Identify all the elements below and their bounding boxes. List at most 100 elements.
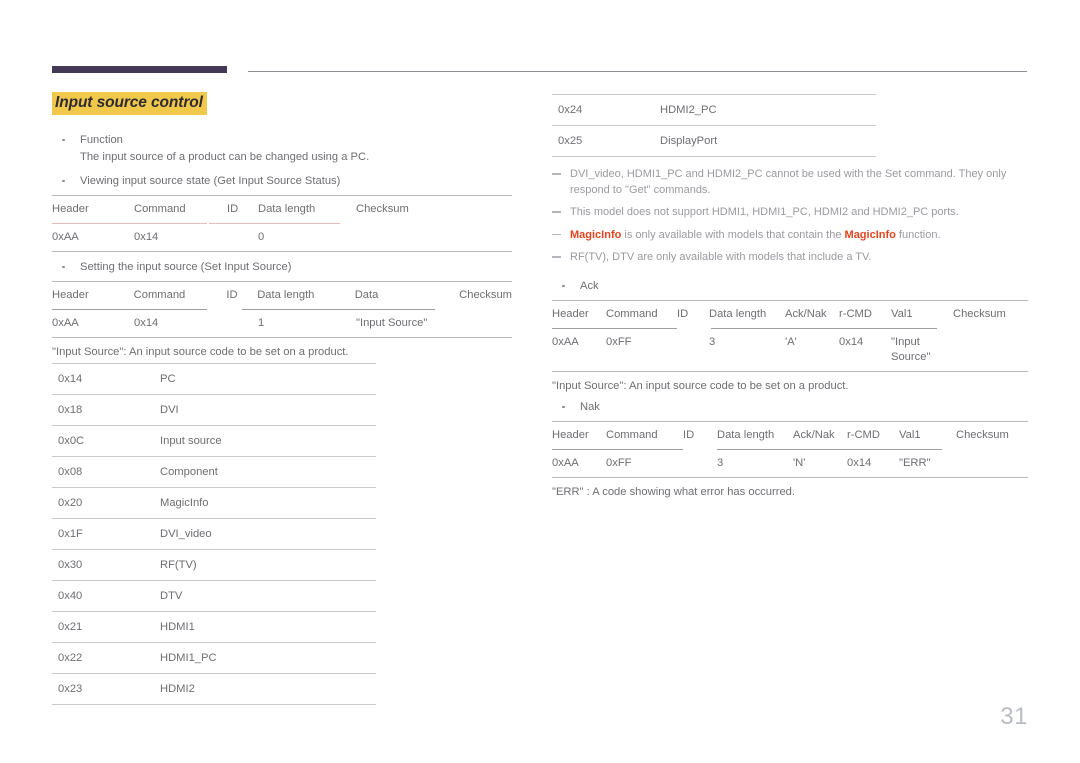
ack-values: 0xAA 0xFF 3 'A' 0x14 "Input Source" [552,329,1028,371]
table-row: 0x1F DVI_video [52,518,376,550]
col-data-length: Data length [258,202,316,215]
code-value: 0x30 [52,549,154,581]
col-ack-nak: Ack/Nak [793,428,835,441]
table-row: 0x14 PC [52,362,376,395]
get-status-values: 0xAA 0x14 0 [52,224,512,251]
table-row: 0x22 HDMI1_PC [52,642,376,674]
underline-seg-2 [711,327,937,330]
table-row: 0xAA 0xFF 3 'A' 0x14 "Input Source" [552,329,1028,371]
table-row: 0xAA 0x14 1 "Input Source" [52,310,512,337]
code-value: 0x21 [52,611,154,643]
table-row: 0x40 DTV [52,580,376,612]
val-data-length: 3 [709,335,716,348]
col-id: ID [227,202,239,215]
val-header: 0xAA [52,316,79,329]
left-column: Input source control Function The input … [52,92,512,705]
code-value: 0x22 [52,642,154,674]
col-checksum: Checksum [956,428,1009,441]
notes-list: DVI_video, HDMI1_PC and HDMI2_PC cannot … [552,167,1028,266]
code-label: MagicInfo [154,487,376,519]
document-page: Input source control Function The input … [0,0,1080,763]
col-command: Command [133,288,186,301]
underline-seg-2 [242,308,435,311]
table-header-row: Header Command ID Data length Ack/Nak r-… [552,422,1028,449]
magicinfo-brand: MagicInfo [844,228,896,241]
header-rules [52,66,1027,76]
underline-seg-1 [52,222,207,225]
header-rule-dark [52,66,227,73]
val-checksum [956,450,1028,477]
underline-seg-2 [717,448,942,451]
get-status-grid: Header Command ID Data length Checksum [52,196,512,223]
bullet-nak: Nak [552,399,1028,416]
val-checksum [953,329,1028,371]
col-id: ID [683,428,695,441]
code-label: DTV [154,580,376,612]
code-label: Component [154,456,376,488]
table-bottom-rule [52,336,512,338]
col-ack-nak: Ack/Nak [785,307,827,320]
note-item: DVI_video, HDMI1_PC and HDMI2_PC cannot … [552,167,1028,198]
code-value: 0x20 [52,487,154,519]
code-label: PC [154,362,376,395]
table-row: 0x21 HDMI1 [52,611,376,643]
val-data: "Input Source" [356,316,428,329]
set-source-grid: Header Command ID Data length Data Check… [52,282,512,309]
code-label: HDMI2 [154,673,376,705]
table-row: 0xAA 0x14 0 [52,224,512,251]
bullet-function: Function The input source of a product c… [52,132,512,166]
code-value: 0x40 [52,580,154,612]
input-source-caption: "Input Source": An input source code to … [52,345,349,358]
code-value: 0x14 [52,362,154,395]
table-header-row: Header Command ID Data length Ack/Nak r-… [552,301,1028,328]
code-label: HDMI1_PC [154,642,376,674]
underline-seg-1 [52,308,207,311]
set-source-values: 0xAA 0x14 1 "Input Source" [52,310,512,337]
bullet-ack: Ack [552,278,1028,295]
col-r-cmd: r-CMD [847,428,880,441]
col-command: Command [134,202,186,215]
nak-values: 0xAA 0xFF 3 'N' 0x14 "ERR" [552,450,1028,477]
code-rows: 0x14 PC 0x18 DVI 0x0C Input source 0x08 … [52,362,376,705]
header-underline-segments [552,327,1028,330]
table-row: 0x30 RF(TV) [52,549,376,581]
col-val1: Val1 [899,428,921,441]
ack-caption: "Input Source": An input source code to … [552,379,849,392]
val-header: 0xAA [552,456,579,469]
val-id [677,329,709,371]
note-text: is only available with models that conta… [621,228,845,241]
note-item: This model does not support HDMI1, HDMI1… [552,205,1028,221]
val-r-cmd: 0x14 [847,456,872,469]
set-source-table: Header Command ID Data length Data Check… [52,280,512,338]
val-r-cmd: 0x14 [839,335,864,348]
code-value: 0x25 [552,125,654,157]
col-r-cmd: r-CMD [839,307,872,320]
table-row: 0x20 MagicInfo [52,487,376,519]
underline-seg-1 [552,448,683,451]
col-id: ID [677,307,689,320]
code-value: 0x1F [52,518,154,550]
col-checksum: Checksum [356,202,409,215]
table-header-row: Header Command ID Data length Checksum [52,196,512,223]
nak-table: Header Command ID Data length Ack/Nak r-… [552,420,1028,478]
ack-grid: Header Command ID Data length Ack/Nak r-… [552,301,1028,328]
code-label: HDMI2_PC [654,94,876,126]
input-source-code-table: 0x14 PC 0x18 DVI 0x0C Input source 0x08 … [52,362,376,705]
val-id [227,310,258,337]
col-header: Header [52,288,89,301]
code-label: DisplayPort [654,125,876,157]
header-underline-segments [52,222,512,225]
table-row: 0x24 HDMI2_PC [552,94,876,126]
val-command: 0xFF [606,335,632,348]
nak-caption: "ERR" : A code showing what error has oc… [552,485,795,498]
col-data-length: Data length [717,428,775,441]
ack-table: Header Command ID Data length Ack/Nak r-… [552,299,1028,372]
code-label: RF(TV) [154,549,376,581]
col-id: ID [226,288,238,301]
val-checksum [356,224,512,251]
function-label: Function [80,133,123,146]
table-row: 0x08 Component [52,456,376,488]
code-value: 0x0C [52,425,154,457]
table-header-row: Header Command ID Data length Data Check… [52,282,512,309]
val-header: 0xAA [52,230,79,243]
